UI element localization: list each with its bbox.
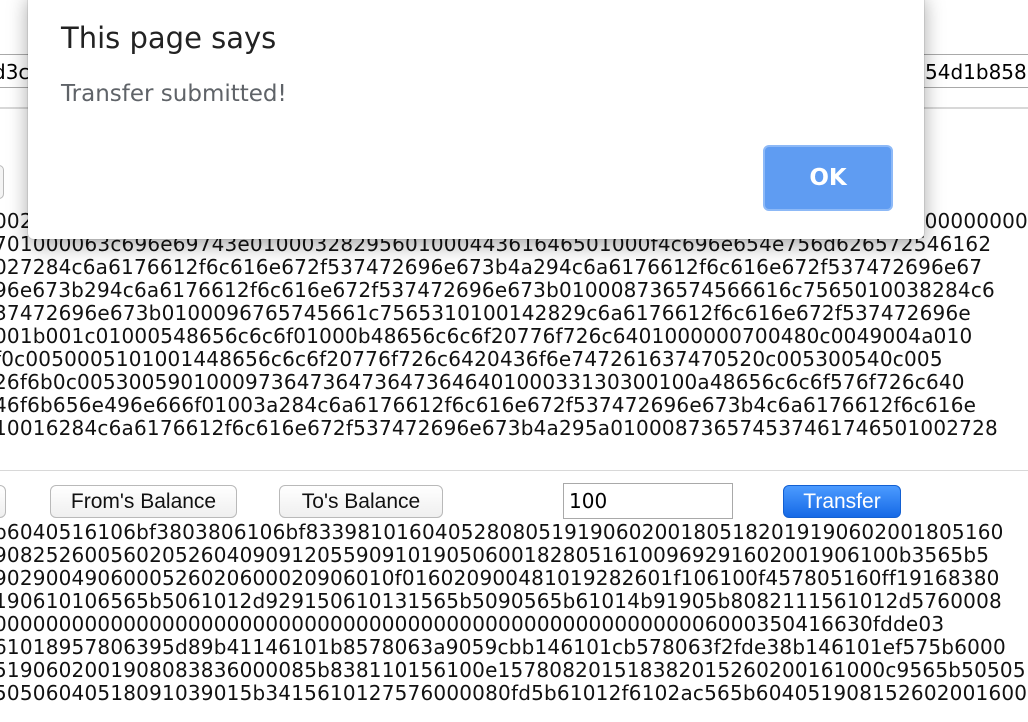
partial-left-button[interactable] bbox=[0, 485, 6, 518]
bytecode-line: 0000000000000000000000000000000000000000… bbox=[0, 613, 945, 636]
partial-button[interactable] bbox=[0, 165, 4, 199]
bytecode-line: 001b001c01000548656c6c6f01000b48656c6c6f… bbox=[0, 325, 973, 348]
bytecode-line: f0c0050005101001448656c6c6f20776f726c642… bbox=[0, 348, 943, 371]
ok-button[interactable]: OK bbox=[763, 145, 893, 211]
bytecode-line: 46f6b656e496e666f01003a284c6a6176612f6c6… bbox=[0, 394, 977, 417]
bytecode-line: 5190602001908083836000085b838110156100e1… bbox=[0, 659, 1026, 682]
to-balance-button[interactable]: To's Balance bbox=[279, 485, 443, 518]
bytecode-line: 37472696e673b0100096765745661c7565310100… bbox=[0, 302, 971, 325]
controls-divider bbox=[0, 470, 1028, 471]
bytecode-line: 9082526005602052604090912055909101905060… bbox=[0, 544, 990, 567]
dialog-message: Transfer submitted! bbox=[61, 81, 287, 107]
alert-dialog: This page says Transfer submitted! OK bbox=[28, 0, 924, 239]
bytecode-block-bottom: b6040516106bf3803806106bf833981016040528… bbox=[0, 521, 1028, 705]
bytecode-block-top: 0020000000000000000000000000000000000000… bbox=[0, 210, 1028, 440]
bytecode-line: 61018957806395d89b41146101b8578063a9059c… bbox=[0, 636, 1006, 659]
dialog-title: This page says bbox=[61, 21, 277, 55]
bytecode-line: 96e673b294c6a6176612f6c616e672f537472696… bbox=[0, 279, 995, 302]
bytecode-line: 50506040518091039015b3415610127576000080… bbox=[0, 682, 1028, 705]
bytecode-line: 9029004906000526020600020906010f01602090… bbox=[0, 567, 1000, 590]
from-balance-button[interactable]: From's Balance bbox=[50, 485, 237, 518]
bytecode-line: 10016284c6a6176612f6c616e672f537472696e6… bbox=[0, 417, 998, 440]
bytecode-line: b6040516106bf3803806106bf833981016040528… bbox=[0, 521, 1004, 544]
transfer-button[interactable]: Transfer bbox=[783, 485, 901, 518]
bytecode-line: 190610106565b5061012d929150610131565b509… bbox=[0, 590, 1002, 613]
bytecode-line: 26f6b0c005300590100097364736473647364640… bbox=[0, 371, 965, 394]
address-input-left[interactable]: d3c bbox=[0, 54, 30, 88]
amount-input[interactable]: 100 bbox=[563, 483, 733, 519]
bytecode-line: 027284c6a6176612f6c616e672f537472696e673… bbox=[0, 256, 983, 279]
address-input-right[interactable]: 54d1b858 bbox=[922, 54, 1028, 88]
